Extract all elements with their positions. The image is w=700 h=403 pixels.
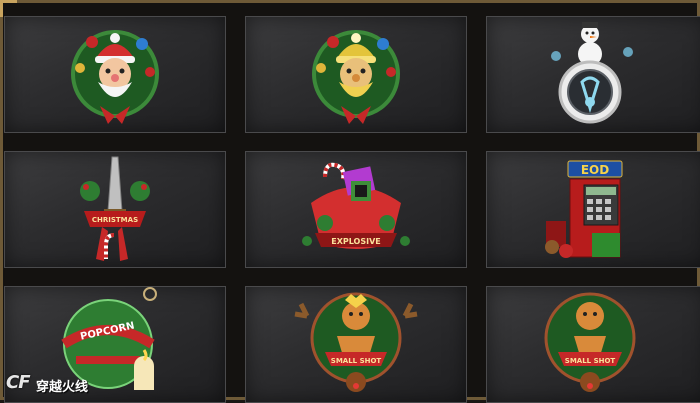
game-logo: CF 穿越火线 [4,372,114,396]
gingerbread-1-badge-label: SMALL SHOT [331,357,382,365]
badge-tile-santa-gold[interactable] [245,16,467,133]
explosive-icon: EXPLOSIVE [302,162,410,249]
santa-gold-icon [312,30,400,124]
badge-tile-gingerbread-1[interactable]: SMALL SHOT [245,286,467,403]
logo-mark: CF [6,372,30,393]
logo-name: 穿越火线 [36,380,89,395]
explosive-badge-label: EXPLOSIVE [331,237,381,246]
badge-tile-eod[interactable]: EOD [486,151,700,268]
badge-tile-snowman[interactable] [486,16,700,133]
badge-tile-knife[interactable]: CHRISTMAS [4,151,226,268]
snowman-icon [551,22,633,124]
gingerbread-2-badge-label: SMALL SHOT [565,357,616,365]
knife-badge-label: CHRISTMAS [92,216,138,224]
gingerbread-icon: SMALL SHOT [294,292,418,392]
badge-tile-gingerbread-2[interactable]: SMALL SHOT [486,286,700,403]
eod-badge-label: EOD [581,163,609,177]
badge-tile-santa-red[interactable] [4,16,226,133]
knife-icon: CHRISTMAS [80,156,150,261]
eod-icon: EOD [545,160,623,258]
santa-red-icon [71,30,159,124]
gingerbread-icon: SMALL SHOT [544,292,636,392]
badge-tile-explosive[interactable]: EXPLOSIVE [245,151,467,268]
